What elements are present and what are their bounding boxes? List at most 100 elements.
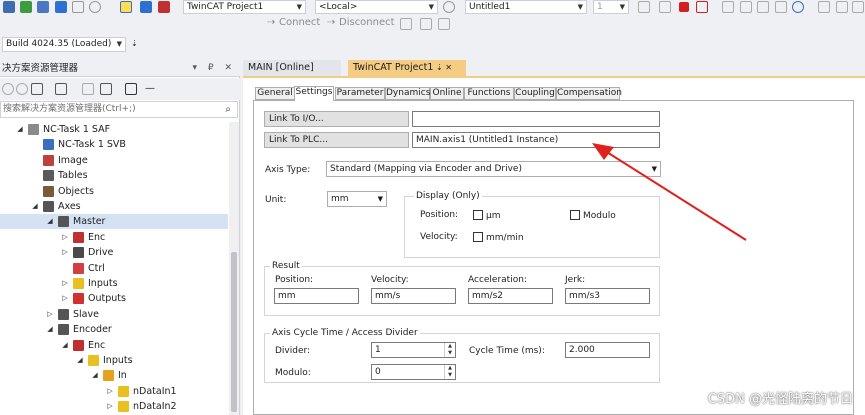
tab-settings[interactable]: Settings xyxy=(294,86,334,101)
target-combo[interactable]: <Local> ▼ xyxy=(315,0,438,14)
stepper-arrows-icon[interactable]: ▲ ▼ xyxy=(444,365,455,379)
tree-item[interactable]: ◢ Master xyxy=(0,214,228,230)
disconnect-icon[interactable]: ⇢ xyxy=(327,17,335,28)
tree-item[interactable]: NC-Task 1 SVB xyxy=(0,137,228,152)
result-jerk-field[interactable]: mm/s3 xyxy=(565,288,650,304)
expand-icon[interactable]: ▷ xyxy=(46,307,54,322)
expand-icon[interactable]: ▷ xyxy=(61,276,69,291)
cycle-time-field[interactable]: 2.000 xyxy=(565,342,650,358)
toolbar-grid3-icon[interactable] xyxy=(438,18,450,30)
properties-wrench-icon[interactable] xyxy=(125,83,137,95)
tree-item[interactable]: ▷ Slave xyxy=(0,307,228,322)
result-position-field[interactable]: mm xyxy=(274,288,359,304)
panel-window-buttons[interactable]: ▾ ₽ ✕ xyxy=(192,60,236,77)
axis-type-select[interactable]: Standard (Mapping via Encoder and Drive)… xyxy=(326,161,661,177)
tree-item[interactable]: ◢ In xyxy=(0,368,228,383)
target-icon[interactable] xyxy=(89,1,101,13)
forward-icon[interactable] xyxy=(16,83,28,95)
result-acceleration-field[interactable]: mm/s2 xyxy=(468,288,553,304)
debug-icon[interactable] xyxy=(158,1,170,13)
lock-icon[interactable] xyxy=(852,1,864,13)
toolbar-dash-icon[interactable]: — xyxy=(145,83,155,94)
disconnect-button[interactable]: Disconnect xyxy=(339,17,395,28)
tree-item[interactable]: Tables xyxy=(0,168,228,183)
sync-icon[interactable] xyxy=(55,83,67,95)
expand-icon[interactable]: ▷ xyxy=(106,399,114,414)
tab-functions[interactable]: Functions xyxy=(464,87,514,100)
collapse-icon[interactable]: ◢ xyxy=(61,338,69,353)
user-icon[interactable] xyxy=(818,1,830,13)
save-icon[interactable] xyxy=(3,1,15,13)
collapse-icon[interactable]: ◢ xyxy=(76,353,84,368)
pin-close-icons[interactable]: ⇣ ✕ xyxy=(436,60,452,76)
tab-parameter[interactable]: Parameter xyxy=(335,87,385,100)
collapse-all-icon[interactable] xyxy=(100,83,112,95)
tree-item[interactable]: Image xyxy=(0,153,228,168)
collapse-icon[interactable]: ◢ xyxy=(46,214,54,229)
tree-item[interactable]: ▷ Outputs xyxy=(0,291,228,306)
home-icon[interactable] xyxy=(31,83,43,95)
link-to-plc-field[interactable]: MAIN.axis1 (Untitled1 Instance) xyxy=(412,132,660,148)
modulo-checkbox[interactable] xyxy=(570,210,580,220)
toolbar-grid-icon[interactable] xyxy=(400,18,412,30)
tab-online[interactable]: Online xyxy=(430,87,464,100)
back-icon[interactable] xyxy=(2,83,14,95)
build-combo[interactable]: Build 4024.35 (Loaded) ▼ xyxy=(2,37,126,52)
expand-icon[interactable]: ▷ xyxy=(61,245,69,260)
unit-select[interactable]: mm ▼ xyxy=(327,191,387,207)
divider-stepper[interactable]: 1 ▲ ▼ xyxy=(371,342,456,358)
tree-item[interactable]: Objects xyxy=(0,184,228,199)
tree-scrollbar[interactable] xyxy=(229,122,239,415)
connect-button[interactable]: Connect xyxy=(279,17,320,28)
tab-general[interactable]: General xyxy=(255,87,295,100)
doc-tab-twincat-project[interactable]: TwinCAT Project1 ⇣ ✕ xyxy=(348,60,466,76)
result-velocity-field[interactable]: mm/s xyxy=(371,288,456,304)
wand-icon[interactable] xyxy=(72,1,84,13)
collapse-icon[interactable]: ◢ xyxy=(16,122,24,137)
tab-compensation[interactable]: Compensation xyxy=(556,87,622,100)
tree-item[interactable]: ▷ Enc xyxy=(0,230,228,245)
tree-item[interactable]: ▷ nDataIn1 xyxy=(0,384,228,399)
link-to-io-button[interactable]: Link To I/O... xyxy=(264,111,409,127)
toolbar-overflow-icon[interactable]: ⇣ xyxy=(131,39,138,48)
logout-icon[interactable] xyxy=(696,1,708,13)
modulo-stepper[interactable]: 0 ▲ ▼ xyxy=(371,364,456,380)
project-combo[interactable]: TwinCAT Project1 ▼ xyxy=(183,0,306,14)
doc-tab-main-online[interactable]: MAIN [Online] xyxy=(243,60,341,76)
number-combo[interactable]: 1 ▼ xyxy=(593,0,629,14)
scan-icon[interactable] xyxy=(120,1,132,13)
start-icon[interactable] xyxy=(659,1,671,13)
pending-changes-icon[interactable] xyxy=(82,83,94,95)
step-icon[interactable] xyxy=(722,1,734,13)
toggle-free-run-icon[interactable] xyxy=(140,1,152,13)
tree-item[interactable]: ◢ Encoder xyxy=(0,322,228,337)
mm-min-checkbox[interactable] xyxy=(473,232,483,242)
tree-item[interactable]: ▷ nDataIn2 xyxy=(0,399,228,414)
activate-config-icon[interactable] xyxy=(20,1,32,13)
tree-item[interactable]: ▷ Drive xyxy=(0,245,228,260)
login-icon[interactable] xyxy=(638,1,650,13)
link-to-io-field[interactable] xyxy=(412,111,660,127)
stepper-arrows-icon[interactable]: ▲ ▼ xyxy=(444,343,455,357)
collapse-icon[interactable]: ◢ xyxy=(91,368,99,383)
step-over-icon[interactable] xyxy=(740,1,752,13)
tree-item[interactable]: ▷ Inputs xyxy=(0,276,228,291)
home-icon[interactable] xyxy=(836,1,848,13)
tree-item[interactable]: ◢ NC-Task 1 SAF xyxy=(0,122,228,137)
solution-search-input[interactable]: 搜索解决方案资源管理器(Ctrl+;) ⌕ xyxy=(0,101,238,118)
tab-dynamics[interactable]: Dynamics xyxy=(385,87,430,100)
breakpoint-icon[interactable] xyxy=(775,1,787,13)
refresh-icon[interactable] xyxy=(443,1,455,13)
expand-icon[interactable]: ▷ xyxy=(61,291,69,306)
tree-item[interactable]: ◢ Enc xyxy=(0,338,228,353)
reset-icon[interactable] xyxy=(792,1,804,13)
tree-scrollbar-thumb[interactable] xyxy=(231,252,237,412)
tree-item[interactable]: ◢ Inputs xyxy=(0,353,228,368)
toolbar-grid2-icon[interactable] xyxy=(420,18,432,30)
collapse-icon[interactable]: ◢ xyxy=(31,199,39,214)
tab-coupling[interactable]: Coupling xyxy=(514,87,556,100)
um-checkbox[interactable] xyxy=(473,210,483,220)
expand-icon[interactable]: ▷ xyxy=(106,384,114,399)
tree-item[interactable]: ◢ Axes xyxy=(0,199,228,214)
config-combo[interactable]: Untitled1 ▼ xyxy=(465,0,587,14)
